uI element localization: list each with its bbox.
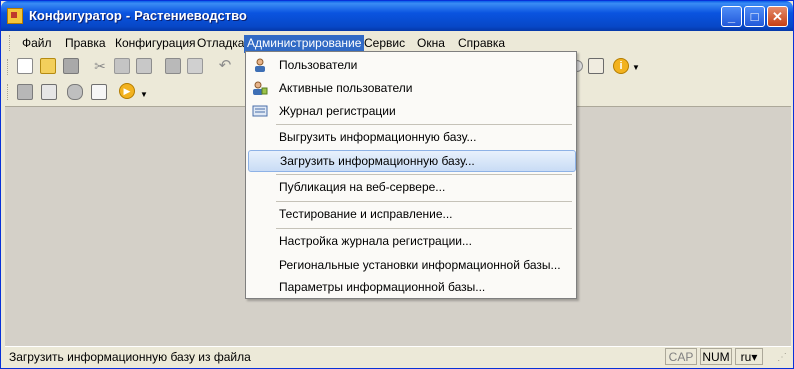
menu-edit[interactable]: Правка — [62, 35, 109, 53]
menu-separator — [276, 124, 572, 125]
menu-item-active-users[interactable]: Активные пользователи — [246, 77, 576, 99]
menu-separator — [276, 174, 572, 175]
menu-bar: Файл Правка Конфигурация Отладка Админис… — [5, 33, 791, 53]
menu-debug[interactable]: Отладка — [194, 35, 247, 53]
menu-item-label: Региональные установки информационной ба… — [279, 258, 561, 272]
minimize-icon: _ — [727, 9, 736, 24]
window-title: Конфигуратор - Растениеводство — [29, 8, 247, 23]
menu-item-label: Выгрузить информационную базу... — [279, 130, 477, 144]
menu-item-label: Пользователи — [279, 58, 358, 72]
language-selector[interactable]: ru▾ — [735, 348, 763, 365]
menu-file[interactable]: Файл — [19, 35, 55, 53]
debug-dropdown-icon[interactable]: ▼ — [140, 88, 148, 99]
menu-item-regional-settings[interactable]: Региональные установки информационной ба… — [246, 254, 576, 276]
administration-dropdown: Пользователи Активные пользователи Журна… — [245, 51, 577, 299]
menu-item-export-infobase[interactable]: Выгрузить информационную базу... — [246, 126, 576, 148]
menu-separator — [276, 228, 572, 229]
menu-item-web-publishing[interactable]: Публикация на веб-сервере... — [246, 176, 576, 198]
menu-item-label: Активные пользователи — [279, 81, 413, 95]
app-icon[interactable] — [7, 8, 23, 24]
menu-item-import-infobase[interactable]: Загрузить информационную базу... — [248, 150, 576, 172]
maximize-button[interactable]: □ — [744, 6, 765, 27]
menu-item-label: Параметры информационной базы... — [279, 280, 486, 294]
title-separator: - — [125, 8, 131, 23]
menubar-grip[interactable] — [9, 35, 13, 51]
status-text: Загрузить информационную базу из файла — [9, 350, 251, 364]
app-name: Конфигуратор — [29, 8, 122, 23]
undo-icon[interactable]: ↶ — [217, 58, 233, 74]
main-window: Конфигуратор - Растениеводство _ □ ✕ Файл … — [0, 0, 794, 369]
new-document-icon[interactable] — [17, 58, 33, 74]
info-icon[interactable]: i — [613, 58, 629, 74]
chevron-down-icon: ▾ — [751, 350, 758, 364]
info-dropdown-icon[interactable]: ▼ — [632, 61, 640, 72]
document-name: Растениеводство — [134, 8, 247, 23]
start-debug-icon[interactable]: ▶ — [119, 83, 135, 99]
open-folder-icon[interactable] — [40, 58, 56, 74]
cut-icon[interactable]: ✂ — [92, 58, 108, 74]
menu-item-test-and-repair[interactable]: Тестирование и исправление... — [246, 203, 576, 225]
caps-indicator: CAP — [665, 348, 697, 365]
minimize-button[interactable]: _ — [721, 6, 742, 27]
menu-item-users[interactable]: Пользователи — [246, 54, 576, 76]
language-label: ru — [740, 350, 752, 364]
resize-grip-icon[interactable]: ⋰ — [777, 353, 789, 365]
menu-item-infobase-parameters[interactable]: Параметры информационной базы... — [246, 276, 576, 298]
compare-configs-icon[interactable] — [41, 84, 57, 100]
config-window-icon[interactable] — [91, 84, 107, 100]
menu-item-event-log[interactable]: Журнал регистрации — [246, 100, 576, 122]
print-icon[interactable] — [165, 58, 181, 74]
close-button[interactable]: ✕ — [767, 6, 788, 27]
num-indicator: NUM — [700, 348, 732, 365]
copy-icon[interactable] — [114, 58, 130, 74]
toolbar-grip[interactable] — [7, 84, 11, 100]
menu-item-label: Журнал регистрации — [279, 104, 396, 118]
syntax-helper-icon[interactable] — [588, 58, 604, 74]
toolbar-grip[interactable] — [7, 59, 11, 75]
users-icon — [252, 57, 268, 73]
print-preview-icon[interactable] — [187, 58, 203, 74]
event-log-icon — [252, 103, 268, 119]
menu-item-event-log-settings[interactable]: Настройка журнала регистрации... — [246, 230, 576, 252]
title-bar[interactable]: Конфигуратор - Растениеводство _ □ ✕ — [1, 1, 793, 31]
toolbar-configuration: ▶ ▼ — [5, 80, 205, 104]
save-icon[interactable] — [63, 58, 79, 74]
menu-item-label: Настройка журнала регистрации... — [279, 234, 472, 248]
paste-icon[interactable] — [136, 58, 152, 74]
database-config-icon[interactable] — [17, 84, 33, 100]
maximize-icon: □ — [750, 9, 759, 24]
close-icon: ✕ — [772, 9, 783, 24]
menu-separator — [276, 201, 572, 202]
menu-configuration[interactable]: Конфигурация — [112, 35, 199, 53]
menu-item-label: Загрузить информационную базу... — [280, 154, 475, 168]
menu-item-label: Публикация на веб-сервере... — [279, 180, 446, 194]
active-users-icon — [252, 80, 268, 96]
status-bar: Загрузить информационную базу из файла C… — [5, 346, 791, 368]
menu-item-label: Тестирование и исправление... — [279, 207, 453, 221]
update-config-icon[interactable] — [67, 84, 83, 100]
